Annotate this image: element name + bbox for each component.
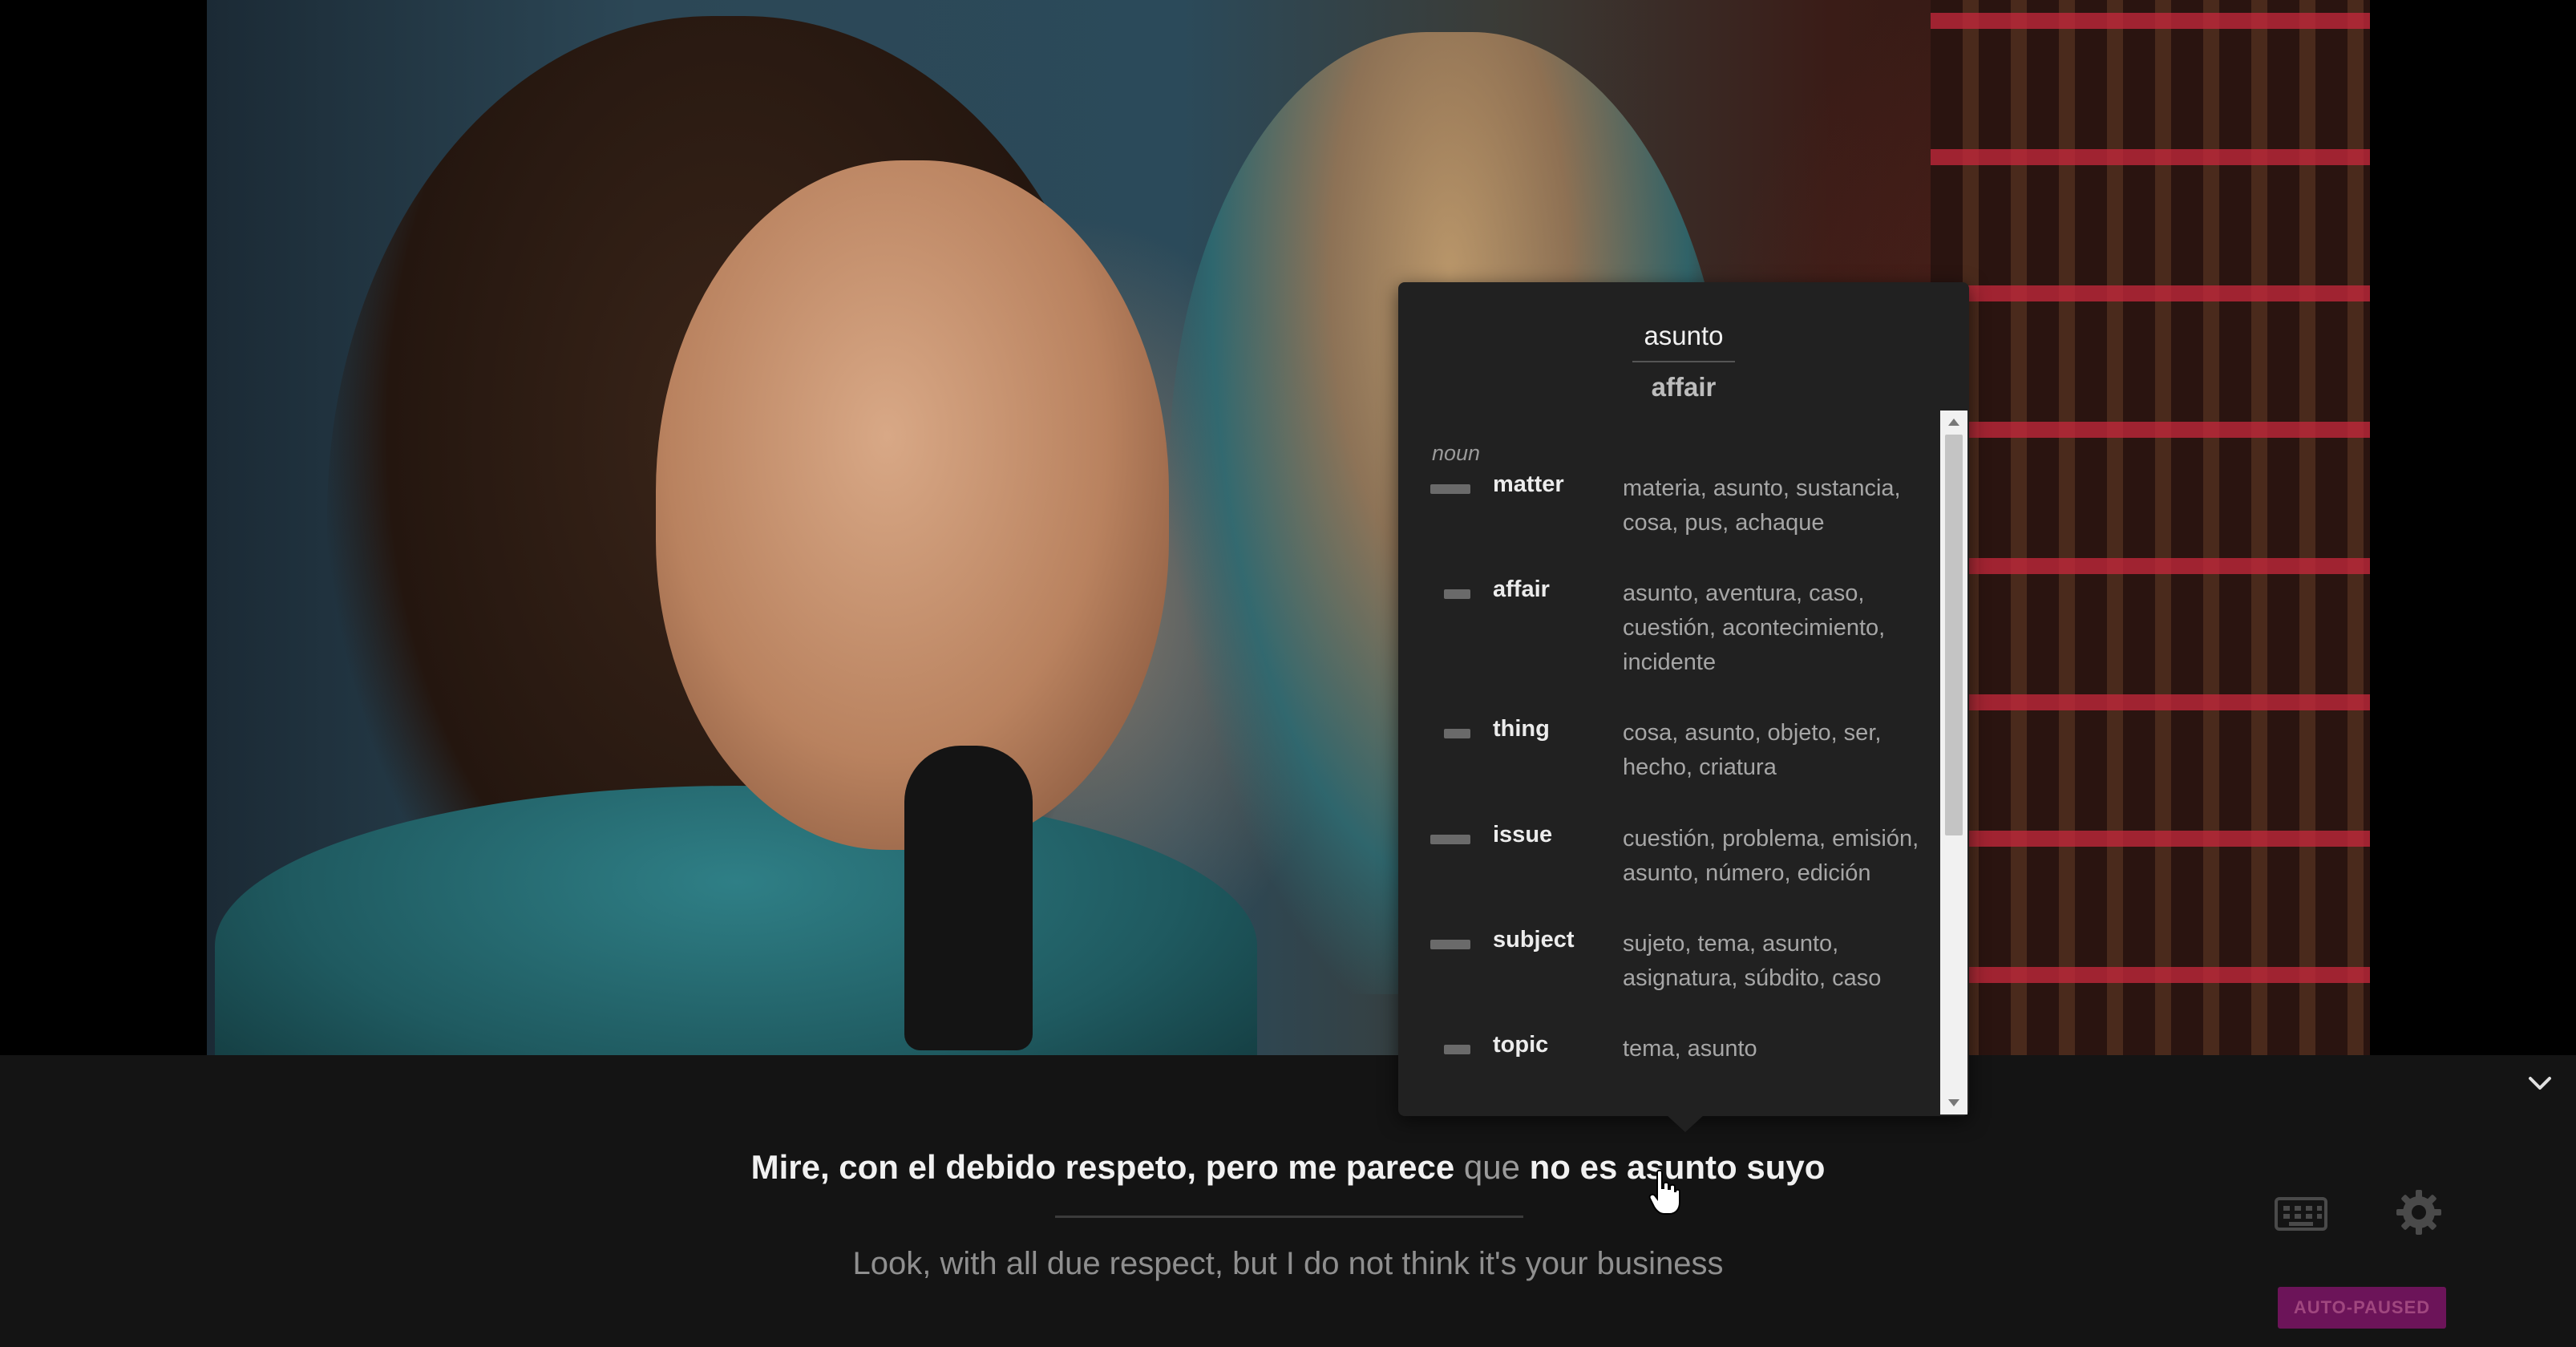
definition-term: topic: [1493, 1032, 1549, 1058]
hand-pointer-icon: [1648, 1169, 1680, 1215]
definition-synonyms: tema, asunto: [1623, 1036, 1757, 1062]
subtitle-word[interactable]: pero: [1206, 1148, 1279, 1186]
video-frame[interactable]: [207, 0, 2370, 1055]
keyboard-icon[interactable]: [2275, 1197, 2327, 1231]
frequency-bar: [1444, 729, 1470, 738]
definition-term: thing: [1493, 716, 1550, 742]
definition-term: issue: [1493, 822, 1553, 847]
popup-translation: affair: [1651, 372, 1717, 402]
popup-scrollbar[interactable]: [1940, 411, 1967, 1114]
chevron-down-icon[interactable]: [2524, 1071, 2556, 1095]
subtitle-word-selected[interactable]: asunto: [1627, 1148, 1737, 1186]
subtitle-bar: [0, 1055, 2576, 1347]
frequency-bar: [1444, 589, 1470, 599]
subtitle-word[interactable]: suyo: [1746, 1148, 1825, 1186]
subtitle-word[interactable]: Mire,: [751, 1148, 830, 1186]
switchboard-background: [1931, 0, 2370, 1055]
foreground-woman-face: [656, 160, 1169, 850]
scroll-up-arrow-icon[interactable]: [1948, 419, 1959, 426]
telephone-handset: [904, 746, 1033, 1050]
subtitle-word[interactable]: con: [839, 1148, 899, 1186]
dictionary-popup: asunto affair noun matter materia, asunt…: [1398, 282, 1969, 1116]
subtitle-word-highlighted[interactable]: que: [1464, 1148, 1520, 1186]
subtitle-word[interactable]: es: [1580, 1148, 1618, 1186]
subtitle-word[interactable]: debido: [945, 1148, 1056, 1186]
definition-term: matter: [1493, 471, 1564, 497]
auto-paused-badge[interactable]: AUTO-PAUSED: [2278, 1287, 2446, 1329]
definition-synonyms: cosa, asunto, objeto, ser, hecho, criatu…: [1623, 720, 1882, 780]
popup-separator: [1632, 361, 1735, 362]
definition-synonyms: sujeto, tema, asunto, asignatura, súbdit…: [1623, 931, 1882, 991]
popup-source-word: asunto: [1644, 321, 1724, 350]
definition-synonyms: cuestión, problema, emisión, asunto, núm…: [1623, 826, 1919, 886]
popup-pointer: [1666, 1114, 1705, 1132]
frequency-bar: [1430, 835, 1470, 844]
definition-synonyms: materia, asunto, sustancia, cosa, pus, a…: [1623, 475, 1901, 536]
frequency-bar: [1430, 484, 1470, 494]
frequency-bar: [1430, 940, 1470, 949]
subtitle-word[interactable]: el: [908, 1148, 936, 1186]
part-of-speech-label: noun: [1432, 441, 1481, 465]
subtitle-word[interactable]: parece: [1346, 1148, 1454, 1186]
subtitle-word[interactable]: no: [1530, 1148, 1571, 1186]
subtitle-divider: [1055, 1216, 1523, 1218]
frequency-bar: [1444, 1045, 1470, 1054]
definition-term: affair: [1493, 576, 1550, 602]
gear-icon[interactable]: [2393, 1187, 2445, 1238]
definition-list[interactable]: noun matter materia, asunto, sustancia, …: [1430, 439, 1935, 1097]
definition-term: subject: [1493, 927, 1575, 953]
scroll-down-arrow-icon[interactable]: [1948, 1099, 1959, 1106]
scroll-thumb[interactable]: [1945, 435, 1963, 835]
definition-synonyms: asunto, aventura, caso, cuestión, aconte…: [1623, 580, 1886, 675]
subtitle-word[interactable]: me: [1288, 1148, 1337, 1186]
translated-subtitle: Look, with all due respect, but I do not…: [852, 1246, 1724, 1281]
subtitle-word[interactable]: respeto,: [1066, 1148, 1196, 1186]
original-subtitle[interactable]: Mire, con el debido respeto, pero me par…: [0, 1148, 2576, 1187]
